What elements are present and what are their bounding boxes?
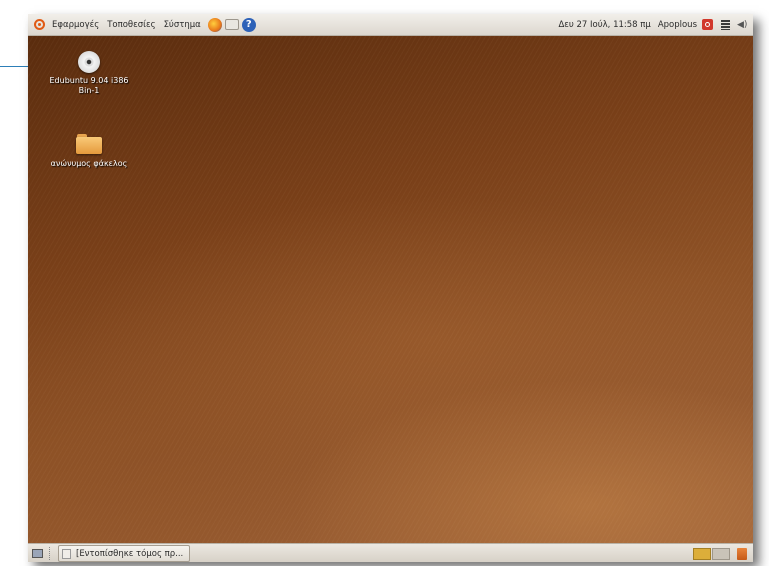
desktop-icon-cd[interactable]: Edubuntu 9.04 i386 Bin-1 [34,51,144,96]
cd-label-line2: Bin-1 [78,86,100,95]
screen: Εφαρμογές Τοποθεσίες Σύστημα ? Δευ 27 Ιο… [28,14,753,562]
folder-icon [76,134,102,154]
bottom-panel: [Εντοπίσθηκε τόμος πρ... [28,543,753,562]
desktop-icon-folder[interactable]: ανώνυμος φάκελος [34,134,144,169]
cd-icon [78,51,100,73]
trash-icon[interactable] [737,547,747,560]
panel-separator [49,547,52,560]
ubuntu-logo-icon[interactable] [34,19,45,30]
folder-label: ανώνυμος φάκελος [50,159,128,168]
help-icon[interactable]: ? [241,17,256,32]
menu-applications[interactable]: Εφαρμογές [48,14,103,35]
user-name[interactable]: Apoplous [655,20,700,30]
menu-system[interactable]: Σύστημα [160,14,205,35]
menu-places[interactable]: Τοποθεσίες [103,14,159,35]
clock[interactable]: Δευ 27 Ιούλ, 11:58 πμ [554,20,654,30]
workspace-1[interactable] [693,547,711,560]
mail-icon[interactable] [224,19,239,30]
firefox-icon[interactable] [207,17,222,32]
task-label: [Εντοπίσθηκε τόμος πρ... [76,548,184,559]
figure: Εφαρμογές Τοποθεσίες Σύστημα ? Δευ 27 Ιο… [0,0,769,566]
volume-icon[interactable]: ◀) [737,20,747,30]
workspace-2[interactable] [712,547,730,560]
show-desktop-icon[interactable] [32,549,43,558]
desktop[interactable]: Edubuntu 9.04 i386 Bin-1 ανώνυμος φάκελο… [28,36,753,543]
top-panel: Εφαρμογές Τοποθεσίες Σύστημα ? Δευ 27 Ιο… [28,14,753,36]
cd-label-line1: Edubuntu 9.04 i386 [49,76,129,85]
window-icon [62,548,71,559]
shutdown-icon[interactable] [702,19,713,30]
network-icon[interactable] [721,19,730,30]
taskbar-window-button[interactable]: [Εντοπίσθηκε τόμος πρ... [58,545,191,562]
